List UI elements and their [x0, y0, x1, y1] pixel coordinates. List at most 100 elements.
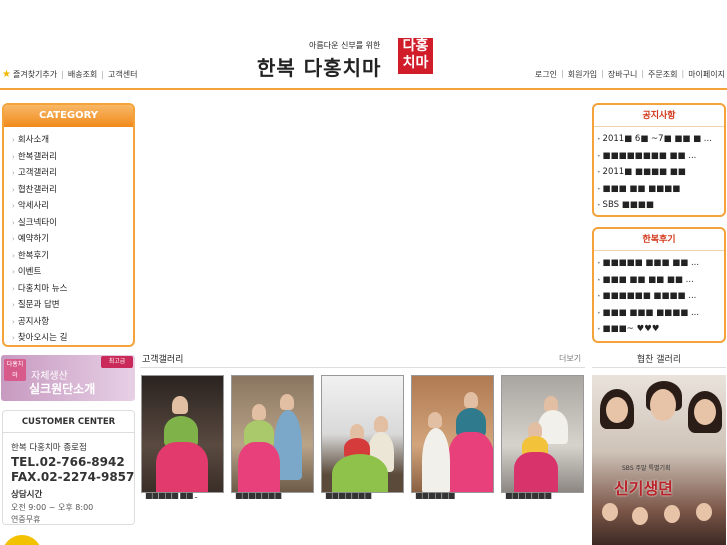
divider: |	[561, 69, 564, 78]
gallery-thumb-2[interactable]	[231, 375, 314, 493]
category-item-label: 찾아오시는 길	[17, 333, 68, 343]
business-hours: 오전 9:00 ~ 오후 8:00	[11, 503, 94, 512]
notice-item[interactable]: • ■■■ ■■ ■■■■	[597, 181, 724, 198]
review-item-text: ■■■ ■■ ■■ ■■ ...	[602, 274, 694, 285]
category-item-reviews[interactable]: › 한복후기	[4, 248, 133, 265]
review-item[interactable]: • ■■■ ■■■ ■■■■ ...	[597, 305, 724, 322]
category-item-accessories[interactable]: › 악세사리	[4, 198, 133, 215]
reviews-list: • ■■■■■ ■■■ ■■ ... • ■■■ ■■ ■■ ■■ ... • ■■■…	[594, 251, 724, 338]
review-item[interactable]: • ■■■■■■ ■■■■ ...	[597, 288, 724, 305]
category-item-customer-gallery[interactable]: › 고객갤러리	[4, 165, 133, 182]
divider: |	[601, 69, 604, 78]
arrow-right-icon: ›	[12, 301, 15, 309]
poster-figure	[664, 505, 680, 523]
utility-links-left: ★ 즐겨찾기추가 | 배송조회 | 고객센터	[2, 69, 137, 80]
fax-number: FAX.02-2274-9857	[11, 470, 135, 484]
partial-yellow-banner	[2, 535, 42, 545]
gallery-caption-4[interactable]: ■■■■■■	[415, 491, 455, 500]
gallery-caption-1[interactable]: ■■■■■ ■■ ..	[145, 491, 198, 500]
gallery-thumb-4[interactable]	[411, 375, 494, 493]
notice-box: 공지사항 • 2011■ 6■ ~7■ ■■ ■ ... • ■■■■■■■■ ■■…	[592, 103, 726, 217]
review-item[interactable]: • ■■■~ ♥♥♥	[597, 321, 724, 338]
gallery-thumb-1[interactable]	[141, 375, 224, 493]
holiday-info: 연중무휴	[11, 515, 41, 524]
bullet-icon: •	[597, 260, 601, 267]
utility-links-right: 로그인 | 회원가입 | 장바구니 | 주문조회 | 마이페이지	[535, 69, 725, 80]
category-item-label: 고객갤러리	[17, 168, 57, 178]
signup-link[interactable]: 회원가입	[568, 69, 597, 80]
category-item-news[interactable]: › 다홍치마 뉴스	[4, 281, 133, 298]
bullet-icon: •	[597, 276, 601, 284]
bullet-icon: •	[597, 152, 601, 160]
logo-badge-top: 다홍	[402, 38, 429, 54]
divider: |	[641, 69, 645, 78]
arrow-right-icon: ›	[12, 317, 15, 326]
category-item-company[interactable]: › 회사소개	[4, 132, 133, 149]
arrow-right-icon: ›	[12, 202, 15, 210]
notice-item-text: SBS ■■■■	[602, 200, 654, 210]
delivery-link[interactable]: 배송조회	[68, 69, 97, 80]
poster-figure	[606, 397, 628, 423]
gallery-caption-2[interactable]: ■■■■■■■	[235, 491, 282, 500]
arrow-right-icon: ›	[12, 268, 15, 276]
bullet-icon: •	[597, 169, 601, 176]
category-item-silk-necktie[interactable]: › 실크넥타이	[4, 215, 133, 232]
logo-badge: 다홍 치마	[398, 38, 433, 74]
category-item-label: 한복후기	[17, 250, 50, 261]
poster-figure	[602, 503, 618, 521]
silk-fabric-banner[interactable]: 다홍치마 최고급 자체생산 실크원단소개	[1, 355, 135, 401]
gallery-more-link[interactable]: 더보기	[559, 353, 581, 364]
category-item-label: 악세사리	[17, 201, 50, 211]
banner-line-2: 실크원단소개	[29, 382, 96, 396]
customer-center-box: CUSTOMER CENTER 한복 다홍치마 종로점 TEL.02-766-8…	[2, 410, 135, 525]
poster-figure	[632, 507, 648, 525]
category-item-label: 질문과 답변	[17, 300, 60, 310]
login-link[interactable]: 로그인	[535, 69, 557, 80]
category-item-reservation[interactable]: › 예약하기	[4, 231, 133, 248]
category-menu: CATEGORY › 회사소개 › 한복갤러리 › 고객갤러리 › 협찬갤러리 › 악세사…	[2, 103, 135, 347]
review-item-text: ■■■■■ ■■■ ■■ ...	[602, 258, 700, 268]
bullet-icon: •	[597, 202, 601, 209]
gallery-caption-3[interactable]: ■■■■■■■	[325, 491, 372, 500]
cart-link[interactable]: 장바구니	[608, 69, 637, 80]
favorites-link[interactable]: 즐겨찾기추가	[13, 69, 57, 80]
gallery-thumb-3[interactable]	[321, 375, 404, 493]
arrow-right-icon: ›	[12, 251, 15, 260]
category-item-notice[interactable]: › 공지사항	[4, 314, 133, 331]
review-item-text: ■■■■■■ ■■■■ ...	[602, 291, 697, 301]
order-lookup-link[interactable]: 주문조회	[648, 69, 677, 80]
poster-figure	[696, 503, 712, 521]
review-item[interactable]: • ■■■■■ ■■■ ■■ ...	[597, 255, 724, 272]
notice-item-text: 2011■ ■■■■ ■■	[602, 167, 686, 177]
gallery-thumb-5[interactable]	[501, 375, 584, 493]
notice-item[interactable]: • ■■■■■■■■ ■■ ...	[597, 148, 724, 165]
banner-badge-left: 다홍치마	[4, 359, 26, 381]
category-item-hanbok-gallery[interactable]: › 한복갤러리	[4, 149, 133, 166]
category-item-label: 공지사항	[17, 316, 50, 327]
category-item-qna[interactable]: › 질문과 답변	[4, 297, 133, 314]
notice-title: 공지사항	[594, 105, 724, 127]
phone-number: TEL.02-766-8942	[11, 455, 125, 469]
category-item-label: 회사소개	[17, 135, 50, 145]
category-title: CATEGORY	[4, 105, 133, 127]
site-logo[interactable]: 아름다운 신부를 위한 한복 다홍치마 다홍 치마	[255, 36, 435, 80]
mypage-link[interactable]: 마이페이지	[688, 69, 725, 80]
category-item-sponsor-gallery[interactable]: › 협찬갤러리	[4, 182, 133, 199]
gallery-title: 고객갤러리	[142, 355, 184, 365]
notice-item[interactable]: • 2011■ 6■ ~7■ ■■ ■ ...	[597, 131, 724, 148]
category-item-event[interactable]: › 이벤트	[4, 264, 133, 281]
star-icon: ★	[2, 69, 11, 80]
category-item-label: 다홍치마 뉴스	[17, 283, 68, 294]
arrow-right-icon: ›	[12, 136, 15, 144]
review-item[interactable]: • ■■■ ■■ ■■ ■■ ...	[597, 272, 724, 289]
reviews-box: 한복후기 • ■■■■■ ■■■ ■■ ... • ■■■ ■■ ■■ ■■ ...…	[592, 227, 726, 343]
gallery-caption-5[interactable]: ■■■■■■■	[505, 491, 552, 500]
category-list: › 회사소개 › 한복갤러리 › 고객갤러리 › 협찬갤러리 › 악세사리 › 실크넥타이 …	[4, 127, 133, 347]
site-header: ★ 즐겨찾기추가 | 배송조회 | 고객센터 아름다운 신부를 위한 한복 다홍…	[0, 0, 727, 90]
sponsor-drama-poster[interactable]: SBS 주말 특별기획 신기생뎐	[592, 375, 726, 545]
notice-item[interactable]: • 2011■ ■■■■ ■■	[597, 164, 724, 181]
notice-item[interactable]: • SBS ■■■■	[597, 197, 724, 214]
poster-subtitle: SBS 주말 특별기획	[622, 465, 671, 472]
category-item-directions[interactable]: › 찾아오시는 길	[4, 330, 133, 347]
customer-center-link[interactable]: 고객센터	[108, 69, 137, 80]
